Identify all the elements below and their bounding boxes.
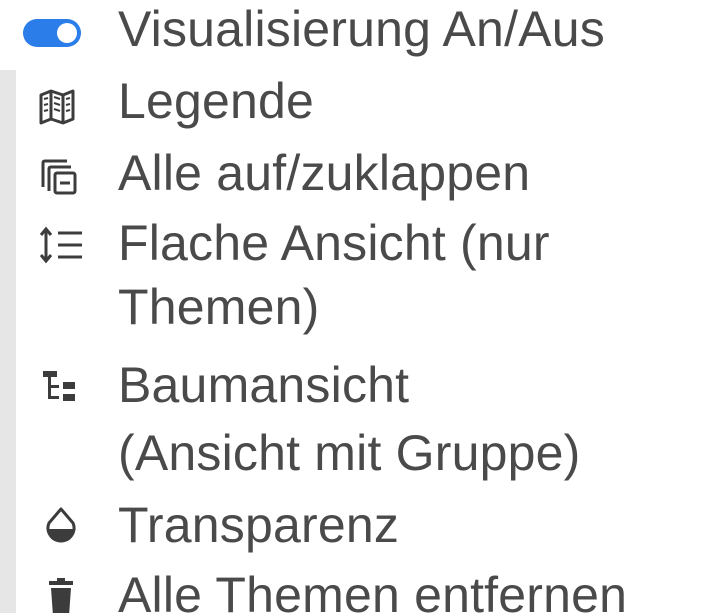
- menu-item-label: Legende: [118, 73, 315, 129]
- menu-item-label: Transparenz: [118, 497, 400, 553]
- menu-item-label: Alle auf/zuklappen: [118, 145, 531, 201]
- menu-left-border: [0, 70, 16, 613]
- menu-item-label-line2: Themen): [118, 279, 320, 335]
- map-icon: [26, 84, 88, 130]
- collapse-all-icon: [28, 154, 90, 200]
- menu-item-label: Baumansicht: [118, 357, 410, 413]
- menu-item-label: Alle Themen entfernen: [118, 567, 628, 613]
- layer-options-menu: Visualisierung An/Aus Legende Alle auf/z…: [0, 0, 710, 613]
- tree-view-icon: [28, 364, 90, 410]
- opacity-icon: [30, 502, 92, 548]
- flat-list-icon: [30, 222, 92, 268]
- menu-item-label: Flache Ansicht (nur: [118, 215, 550, 271]
- toggle-on-icon[interactable]: [22, 10, 84, 56]
- menu-item-label-line2: (Ansicht mit Gruppe): [118, 425, 581, 481]
- trash-icon: [30, 574, 92, 613]
- menu-item-label: Visualisierung An/Aus: [118, 1, 605, 57]
